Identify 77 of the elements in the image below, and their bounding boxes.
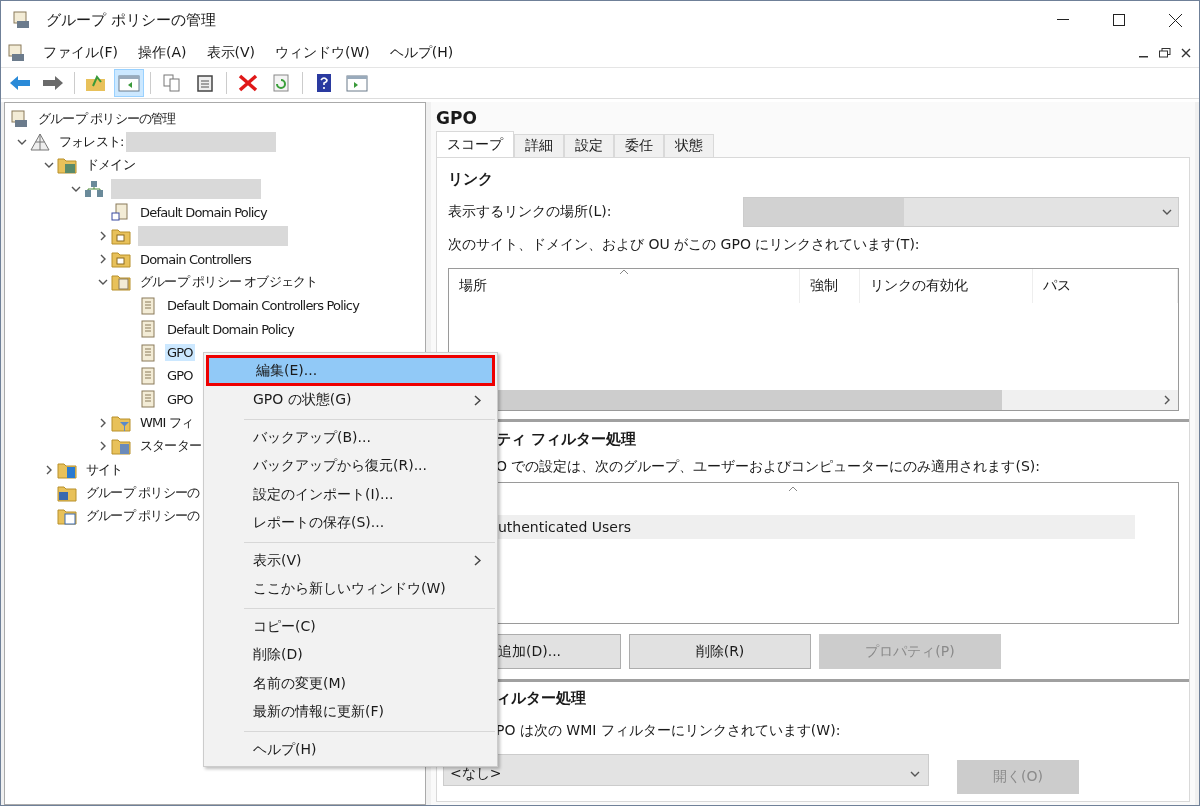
menu-item[interactable]: バックアップから復元(R)... bbox=[206, 452, 495, 481]
scroll-document-icon bbox=[138, 343, 158, 362]
section-heading: ィルター処理 bbox=[495, 689, 587, 708]
section-heading: ティ フィルター処理 bbox=[495, 430, 638, 449]
list-label: 次のサイト、ドメイン、および OU がこの GPO にリンクされています(T): bbox=[448, 236, 921, 254]
menu-item[interactable]: 設定のインポート(I)... bbox=[206, 480, 495, 509]
folder-server-icon bbox=[57, 156, 77, 175]
folder-document-icon bbox=[57, 507, 77, 526]
folder-building-icon bbox=[57, 460, 77, 479]
menu-item[interactable]: 表示(V) bbox=[206, 546, 495, 575]
menu-item[interactable]: 名前の変更(M) bbox=[206, 669, 495, 698]
document-link-icon bbox=[111, 203, 131, 222]
menu-item[interactable]: 表示(V) bbox=[196, 44, 265, 62]
action-button[interactable]: 削除(R) bbox=[629, 634, 811, 669]
menu-item[interactable]: 操作(A) bbox=[128, 44, 197, 62]
chevron-icon[interactable] bbox=[1162, 395, 1172, 405]
menu-item[interactable]: GPO の状態(G) bbox=[206, 386, 495, 415]
tab[interactable]: 詳細 bbox=[514, 134, 564, 157]
network-icon bbox=[84, 179, 104, 198]
folder-icon bbox=[111, 226, 131, 245]
scroll-document-icon bbox=[138, 296, 158, 315]
tree-item[interactable]: グループ ポリシー オブジェクト bbox=[138, 272, 320, 293]
scroll-console-icon bbox=[11, 11, 31, 29]
folder-filter-icon bbox=[111, 413, 131, 432]
folder-document-icon bbox=[111, 437, 131, 456]
menu-item[interactable]: バックアップ(B)... bbox=[206, 423, 495, 452]
tab[interactable]: 設定 bbox=[564, 134, 614, 157]
scroll-console-icon bbox=[9, 109, 29, 128]
tree-item[interactable]: WMI フィ bbox=[138, 412, 196, 433]
menu-item[interactable]: ヘルプ(H) bbox=[379, 44, 464, 62]
tree-item[interactable]: Default Domain Controllers Policy bbox=[165, 297, 362, 315]
maximize-icon bbox=[1113, 14, 1125, 26]
window-title: グループ ポリシーの管理 bbox=[46, 10, 217, 30]
column-header[interactable]: 場所 bbox=[449, 269, 800, 303]
tree-item[interactable]: グループ ポリシーの bbox=[84, 506, 202, 527]
tree-item[interactable]: フォレスト: bbox=[57, 132, 126, 153]
menu-item[interactable]: ここから新しいウィンドウ(W) bbox=[206, 575, 495, 604]
chevron-icon[interactable] bbox=[1162, 207, 1172, 217]
column-header[interactable]: パス bbox=[1033, 269, 1178, 303]
folder-document-icon bbox=[111, 273, 131, 292]
tree-item[interactable]: ドメイン bbox=[84, 155, 137, 176]
scroll-console-icon bbox=[6, 44, 26, 62]
tab[interactable]: スコープ bbox=[436, 131, 514, 157]
menu-item[interactable]: 編集(E)... bbox=[206, 355, 495, 386]
tree-item[interactable]: スターター bbox=[138, 436, 203, 457]
tab[interactable]: 委任 bbox=[614, 134, 664, 157]
tree-item[interactable]: GPO bbox=[165, 390, 195, 408]
chevron-icon[interactable] bbox=[910, 769, 920, 779]
tree-item[interactable]: Domain Controllers bbox=[138, 250, 253, 268]
minimize-icon bbox=[1057, 19, 1069, 21]
scroll-document-icon bbox=[138, 367, 158, 385]
column-header[interactable]: 強制 bbox=[800, 269, 860, 303]
tree-item[interactable]: グループ ポリシーの bbox=[84, 482, 202, 503]
field-label: 表示するリンクの場所(L): bbox=[448, 203, 612, 221]
tree-item[interactable]: Default Domain Policy bbox=[138, 203, 269, 221]
tree-item[interactable]: GPO bbox=[165, 344, 195, 362]
pane-title: GPO bbox=[436, 108, 478, 130]
pane-toggle-icon[interactable] bbox=[114, 69, 144, 97]
triangle-icon bbox=[30, 133, 50, 152]
close-icon bbox=[1168, 13, 1182, 27]
menu-item[interactable]: ウィンドウ(W) bbox=[265, 44, 380, 62]
folder-icon bbox=[111, 250, 131, 269]
scroll-document-icon bbox=[138, 320, 158, 339]
menu-item[interactable]: 最新の情報に更新(F) bbox=[206, 698, 495, 727]
tree-item[interactable]: Default Domain Policy bbox=[165, 320, 296, 338]
tree-item[interactable]: GPO bbox=[165, 367, 195, 385]
restore-icon[interactable] bbox=[1159, 48, 1171, 58]
close-icon[interactable] bbox=[1181, 48, 1191, 58]
wmi-filter-dropdown[interactable]: <なし> bbox=[443, 754, 929, 786]
menu-item[interactable]: ファイル(F) bbox=[33, 44, 128, 62]
folder-computer-icon bbox=[57, 483, 77, 502]
section-heading: リンク bbox=[448, 170, 494, 189]
scroll-document-icon bbox=[138, 390, 158, 409]
tree-item[interactable]: グループ ポリシーの管理 bbox=[36, 108, 178, 129]
column-header[interactable]: リンクの有効化 bbox=[860, 269, 1033, 303]
tree-item[interactable]: サイト bbox=[84, 459, 125, 480]
tab[interactable]: 状態 bbox=[664, 134, 714, 157]
